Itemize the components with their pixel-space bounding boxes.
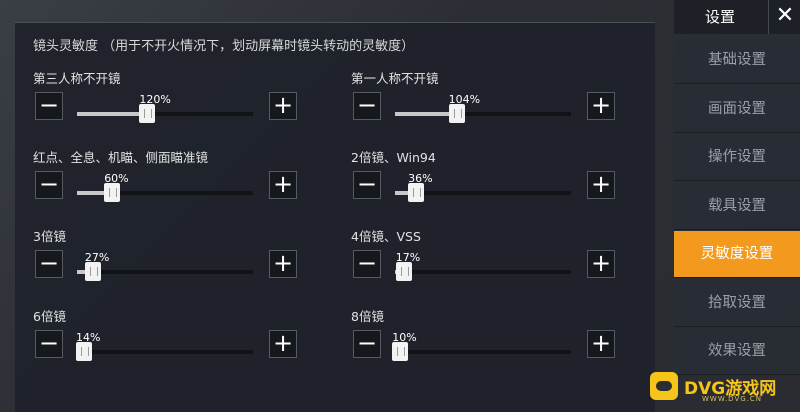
setting-label: 3倍镜 [33, 229, 66, 244]
sidebar-item[interactable]: 拾取设置 [674, 279, 800, 327]
sensitivity-setting: 第一人称不开镜 − 104% + [351, 68, 641, 138]
decrease-button[interactable]: − [353, 330, 381, 358]
close-icon[interactable]: ✕ [768, 0, 800, 34]
slider-thumb[interactable] [408, 183, 425, 202]
sensitivity-setting: 2倍镜、Win94 − 36% + [351, 147, 641, 217]
increase-button[interactable]: + [269, 92, 297, 120]
watermark-logo: DVG游戏网 WWW.DVG.CN [650, 368, 796, 406]
increase-button[interactable]: + [269, 250, 297, 278]
sensitivity-slider[interactable] [392, 342, 571, 361]
sensitivity-slider[interactable] [76, 342, 253, 361]
slider-thumb[interactable] [448, 104, 465, 123]
setting-label: 2倍镜、Win94 [351, 150, 436, 165]
sensitivity-setting: 3倍镜 − 27% + [33, 226, 323, 296]
decrease-button[interactable]: − [35, 171, 63, 199]
sensitivity-value: 17% [395, 251, 421, 264]
increase-button[interactable]: + [269, 171, 297, 199]
setting-label: 第三人称不开镜 [33, 71, 121, 86]
sensitivity-setting: 红点、全息、机瞄、侧面瞄准镜 − 60% + [33, 147, 323, 217]
increase-button[interactable]: + [587, 171, 615, 199]
slider-thumb[interactable] [395, 262, 412, 281]
slider-thumb[interactable] [76, 342, 93, 361]
setting-label: 红点、全息、机瞄、侧面瞄准镜 [33, 150, 209, 165]
increase-button[interactable]: + [269, 330, 297, 358]
increase-button[interactable]: + [587, 92, 615, 120]
sidebar-item[interactable]: 载具设置 [674, 182, 800, 230]
sensitivity-setting: 第三人称不开镜 − 120% + [33, 68, 323, 138]
slider-thumb[interactable] [139, 104, 156, 123]
sensitivity-slider[interactable] [395, 183, 571, 202]
gamepad-icon [650, 372, 678, 400]
slider-thumb[interactable] [84, 262, 101, 281]
sensitivity-value: 36% [408, 172, 433, 185]
slider-fill [395, 112, 457, 116]
sensitivity-value: 60% [104, 172, 129, 185]
sensitivity-value: 120% [139, 93, 171, 106]
sensitivity-value: 27% [84, 251, 110, 264]
sensitivity-setting: 8倍镜 −10% + [351, 306, 641, 376]
decrease-button[interactable]: − [35, 250, 63, 278]
sensitivity-slider[interactable] [395, 262, 571, 281]
watermark-subtext: WWW.DVG.CN [702, 395, 763, 403]
decrease-button[interactable]: − [353, 171, 381, 199]
decrease-button[interactable]: − [35, 92, 63, 120]
sensitivity-value: 14% [76, 331, 101, 344]
sensitivity-setting: 4倍镜、VSS − 17% + [351, 226, 641, 296]
sidebar-item[interactable]: 画面设置 [674, 85, 800, 133]
sidebar-title: 设置 [704, 8, 735, 26]
setting-label: 4倍镜、VSS [351, 229, 421, 244]
sidebar-item[interactable]: 灵敏度设置 [674, 231, 800, 278]
setting-label: 6倍镜 [33, 309, 66, 324]
setting-label: 第一人称不开镜 [351, 71, 439, 86]
decrease-button[interactable]: − [353, 92, 381, 120]
sensitivity-value: 10% [392, 331, 417, 344]
sidebar-item[interactable]: 操作设置 [674, 134, 800, 181]
panel-title: 镜头灵敏度 （用于不开火情况下，划动屏幕时镜头转动的灵敏度） [33, 39, 415, 54]
sensitivity-slider[interactable] [395, 104, 571, 123]
decrease-button[interactable]: − [353, 250, 381, 278]
sensitivity-slider[interactable] [77, 262, 253, 281]
increase-button[interactable]: + [587, 250, 615, 278]
sensitivity-slider[interactable] [77, 104, 253, 123]
sensitivity-setting: 6倍镜 −14% + [33, 306, 323, 376]
sensitivity-value: 104% [448, 93, 481, 106]
increase-button[interactable]: + [587, 330, 615, 358]
settings-sidebar: 设置 ✕ 基础设置 画面设置 操作设置 载具设置 灵敏度设置 拾取设置 效果设置 [674, 0, 800, 411]
setting-label: 8倍镜 [351, 309, 384, 324]
decrease-button[interactable]: − [35, 330, 63, 358]
sensitivity-slider[interactable] [77, 183, 253, 202]
slider-thumb[interactable] [104, 183, 121, 202]
sensitivity-panel: 镜头灵敏度 （用于不开火情况下，划动屏幕时镜头转动的灵敏度） 第三人称不开镜 −1… [15, 22, 655, 412]
sidebar-header: 设置 ✕ [674, 0, 800, 34]
slider-fill [77, 112, 148, 116]
slider-thumb[interactable] [392, 342, 409, 361]
sidebar-item[interactable]: 基础设置 [674, 37, 800, 84]
